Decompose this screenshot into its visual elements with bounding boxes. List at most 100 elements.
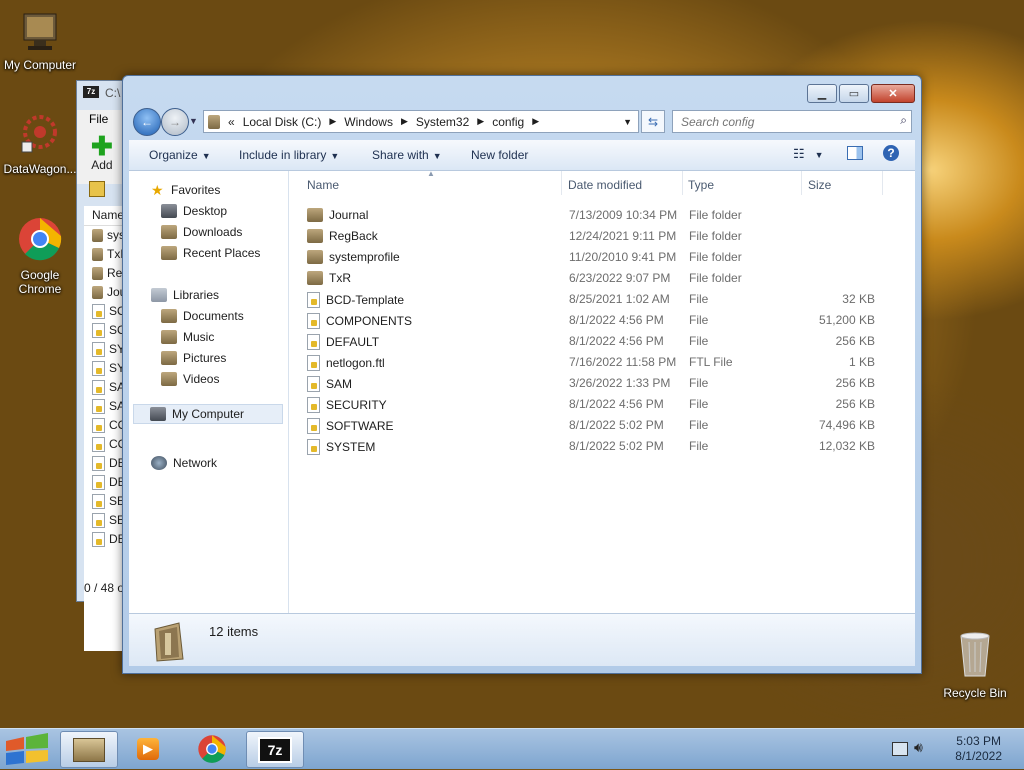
taskbar-media-player-button[interactable]: ▶ [120, 731, 176, 766]
file-row[interactable]: BCD-Template 8/25/2021 1:02 AM File 32 KB [289, 289, 915, 310]
organize-button[interactable]: Organize ▼ [149, 148, 211, 162]
file-type-cell: File folder [689, 271, 742, 285]
desktop-icon-datawagon[interactable]: DataWagon... [0, 112, 80, 176]
nav-music[interactable]: Music [161, 330, 214, 344]
help-button[interactable]: ? [883, 145, 899, 161]
start-button[interactable] [2, 731, 54, 767]
address-overflow-chevron[interactable]: « [228, 115, 235, 129]
close-button[interactable]: ✕ [871, 84, 915, 103]
nav-desktop[interactable]: Desktop [161, 204, 227, 218]
include-in-library-button[interactable]: Include in library ▼ [239, 148, 339, 162]
libraries-icon [151, 288, 167, 302]
maximize-button[interactable]: ▭ [839, 84, 869, 103]
file-row[interactable]: systemprofile 11/20/2010 9:41 PM File fold… [289, 247, 915, 268]
file-name-cell: SOFTWARE [307, 418, 394, 434]
file-list[interactable]: Journal 7/13/2009 10:34 PM File folder RegB… [289, 205, 915, 457]
folder-icon [307, 229, 323, 243]
file-row[interactable]: RegBack 12/24/2021 9:11 PM File folder [289, 226, 915, 247]
nav-network[interactable]: Network [151, 456, 217, 470]
clock[interactable]: 5:03 PM 8/1/2022 [955, 734, 1002, 764]
file-row[interactable]: netlogon.ftl 7/16/2022 11:58 PM FTL File 1 … [289, 352, 915, 373]
search-input[interactable] [679, 111, 883, 132]
address-bar[interactable]: « Local Disk (C:) ▶ Windows ▶ System32 ▶… [203, 110, 639, 133]
refresh-button[interactable]: ⇆ [641, 110, 665, 133]
file-name-cell: SECURITY [307, 397, 387, 413]
breadcrumb-separator-icon[interactable]: ▶ [477, 116, 484, 127]
taskbar-7zip-button[interactable]: 7z [246, 731, 304, 768]
pictures-icon [161, 351, 177, 365]
file-row[interactable]: Journal 7/13/2009 10:34 PM File folder [289, 205, 915, 226]
preview-pane-icon [847, 146, 863, 160]
file-name-cell: systemprofile [307, 250, 400, 264]
nav-favorites[interactable]: ★ Favorites [151, 183, 220, 197]
desktop-icon-my-computer[interactable]: My Computer [0, 12, 80, 72]
file-row[interactable]: SOFTWARE 8/1/2022 5:02 PM File 74,496 KB [289, 415, 915, 436]
forward-button[interactable]: → [161, 108, 189, 136]
7zip-add-button[interactable]: ✚ Add [91, 133, 113, 172]
address-dropdown-icon[interactable]: ▼ [623, 117, 632, 127]
file-row[interactable]: SECURITY 8/1/2022 4:56 PM File 256 KB [289, 394, 915, 415]
breadcrumb-system32[interactable]: System32 [416, 115, 469, 129]
explorer-window[interactable]: ▁ ▭ ✕ ← → ▼ « Local Disk (C:) ▶ Windows … [122, 75, 922, 674]
column-size[interactable]: Size [808, 178, 831, 192]
file-type-cell: File folder [689, 229, 742, 243]
desktop-icon [161, 204, 177, 218]
nav-pictures[interactable]: Pictures [161, 351, 226, 365]
file-date-cell: 8/1/2022 4:56 PM [569, 313, 664, 327]
change-view-button[interactable]: ☷ ▼ [793, 146, 824, 162]
file-icon [92, 418, 105, 434]
file-icon [92, 494, 105, 510]
breadcrumb-local-disk[interactable]: Local Disk (C:) [243, 115, 322, 129]
column-name[interactable]: Name [307, 178, 339, 192]
tray-network-icon[interactable] [892, 742, 908, 756]
file-icon [92, 532, 105, 548]
new-folder-button[interactable]: New folder [471, 148, 528, 162]
search-icon[interactable]: ⌕ [900, 113, 907, 128]
column-separator[interactable] [682, 171, 683, 195]
file-date-cell: 8/1/2022 4:56 PM [569, 397, 664, 411]
nav-videos[interactable]: Videos [161, 372, 219, 386]
column-type[interactable]: Type [688, 178, 714, 192]
file-row[interactable]: DEFAULT 8/1/2022 4:56 PM File 256 KB [289, 331, 915, 352]
taskbar-chrome-button[interactable] [184, 731, 240, 766]
breadcrumb-separator-icon[interactable]: ▶ [532, 116, 539, 127]
tray-volume-icon[interactable]: 🔊︎ [914, 739, 923, 756]
back-button[interactable]: ← [133, 108, 161, 136]
preview-pane-button[interactable] [847, 146, 863, 163]
nav-my-computer[interactable]: My Computer [133, 404, 283, 424]
file-row[interactable]: SAM 3/26/2022 1:33 PM File 256 KB [289, 373, 915, 394]
file-type-cell: File folder [689, 250, 742, 264]
navigation-pane[interactable]: ★ Favorites Desktop Downloads Recent Plac… [129, 171, 289, 613]
nav-libraries[interactable]: Libraries [151, 288, 219, 302]
file-icon [92, 399, 105, 415]
column-date-modified[interactable]: Date modified [568, 178, 642, 192]
taskbar-explorer-button[interactable] [60, 731, 118, 768]
star-icon: ★ [151, 182, 164, 198]
breadcrumb-config[interactable]: config [492, 115, 524, 129]
column-separator[interactable] [801, 171, 802, 195]
breadcrumb-windows[interactable]: Windows [344, 115, 393, 129]
recent-pages-dropdown[interactable]: ▼ [189, 116, 198, 126]
minimize-button[interactable]: ▁ [807, 84, 837, 103]
nav-recent-places[interactable]: Recent Places [161, 246, 260, 260]
breadcrumb-separator-icon[interactable]: ▶ [329, 116, 336, 127]
file-date-cell: 7/13/2009 10:34 PM [569, 208, 678, 222]
file-row[interactable]: TxR 6/23/2022 9:07 PM File folder [289, 268, 915, 289]
file-row[interactable]: COMPONENTS 8/1/2022 4:56 PM File 51,200 KB [289, 310, 915, 331]
file-date-cell: 8/25/2021 1:02 AM [569, 292, 670, 306]
file-size-cell: 256 KB [835, 376, 875, 390]
nav-documents[interactable]: Documents [161, 309, 244, 323]
share-with-button[interactable]: Share with ▼ [372, 148, 442, 162]
nav-downloads[interactable]: Downloads [161, 225, 242, 239]
breadcrumb-separator-icon[interactable]: ▶ [401, 116, 408, 127]
desktop-icon-label: DataWagon... [3, 162, 77, 176]
desktop-icon-google-chrome[interactable]: Google Chrome [0, 216, 80, 296]
column-separator[interactable] [561, 171, 562, 195]
file-row[interactable]: SYSTEM 8/1/2022 5:02 PM File 12,032 KB [289, 436, 915, 457]
desktop-icon-recycle-bin[interactable]: Recycle Bin [935, 630, 1015, 700]
file-icon [92, 475, 105, 491]
back-arrow-icon: ← [141, 115, 153, 129]
7zip-up-folder-icon[interactable] [89, 181, 105, 197]
file-date-cell: 8/1/2022 4:56 PM [569, 334, 664, 348]
column-separator[interactable] [882, 171, 883, 195]
